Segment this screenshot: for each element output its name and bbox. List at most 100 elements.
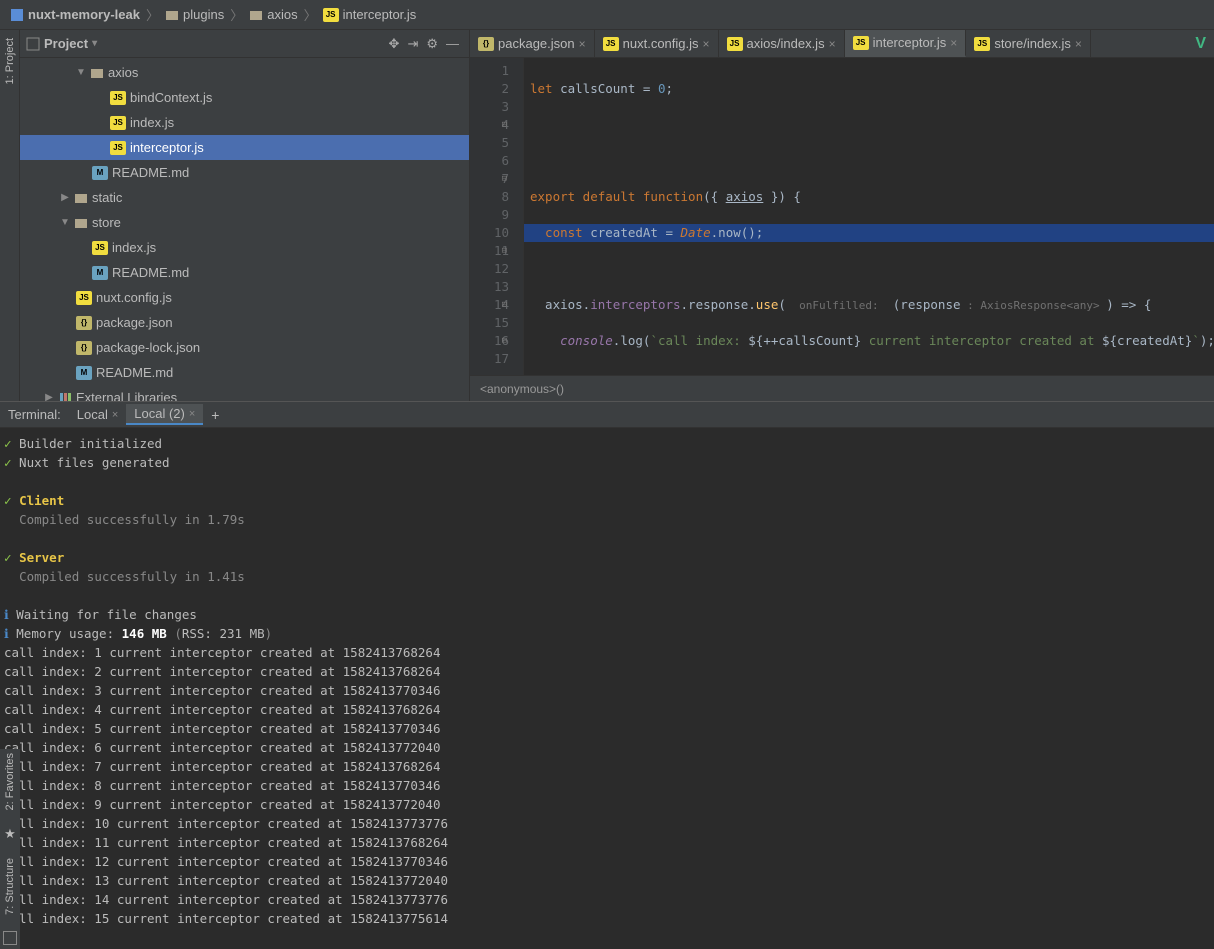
fold-icon[interactable]: ⊟ bbox=[502, 296, 507, 314]
gutter-line[interactable]: 13 bbox=[474, 278, 509, 296]
add-terminal-button[interactable]: + bbox=[203, 407, 227, 423]
project-panel: Project ▾ ✥ ⇥ ⚙ — ▼ axios JSbindContext.js… bbox=[20, 30, 470, 401]
tree-item[interactable]: MREADME.md bbox=[20, 260, 469, 285]
tab-label: axios/index.js bbox=[747, 36, 825, 51]
gutter-line[interactable]: 6 bbox=[474, 152, 509, 170]
chevron-down-icon[interactable]: ▾ bbox=[92, 38, 97, 49]
editor-gutter[interactable]: 1234⊟567⊟891011⊟121314⊟1516⊟17 bbox=[470, 58, 524, 375]
breadcrumb-axios[interactable]: axios bbox=[245, 7, 301, 22]
tree-item[interactable]: {}package-lock.json bbox=[20, 335, 469, 360]
fold-icon[interactable]: ⊟ bbox=[502, 242, 507, 260]
tool-window-icon[interactable] bbox=[3, 931, 17, 945]
json-icon: {} bbox=[478, 37, 494, 51]
editor-tabs: {}package.json× JS nuxt.config.js × JS axios/… bbox=[470, 30, 1214, 58]
tree-item[interactable]: {}package.json bbox=[20, 310, 469, 335]
terminal-tab-local-2[interactable]: Local (2)× bbox=[126, 404, 203, 425]
tree-item-label: nuxt.config.js bbox=[96, 290, 172, 305]
gutter-line[interactable]: 8 bbox=[474, 188, 509, 206]
terminal-output[interactable]: ✓ Builder initialized ✓ Nuxt files gener… bbox=[0, 428, 1214, 949]
gutter-line[interactable]: 15 bbox=[474, 314, 509, 332]
close-icon[interactable]: × bbox=[703, 37, 710, 51]
gutter-line[interactable]: 5 bbox=[474, 134, 509, 152]
fold-icon[interactable]: ⊟ bbox=[502, 116, 507, 134]
tree-item[interactable]: ▶static bbox=[20, 185, 469, 210]
close-icon[interactable]: × bbox=[950, 36, 957, 50]
md-icon: M bbox=[76, 366, 92, 380]
gutter-line[interactable]: 9 bbox=[474, 206, 509, 224]
gutter-line[interactable]: 3 bbox=[474, 98, 509, 116]
editor-tab[interactable]: JS store/index.js × bbox=[966, 30, 1091, 57]
js-icon: JS bbox=[603, 37, 619, 51]
gutter-line[interactable]: 1 bbox=[474, 62, 509, 80]
tree-item[interactable]: JSbindContext.js bbox=[20, 85, 469, 110]
tree-item-label: README.md bbox=[112, 265, 189, 280]
star-icon: ★ bbox=[4, 826, 16, 842]
json-icon: {} bbox=[76, 316, 92, 330]
editor-code[interactable]: let callsCount = 0; export default funct… bbox=[524, 58, 1214, 375]
tree-item[interactable]: JSinterceptor.js bbox=[20, 135, 469, 160]
gutter-line[interactable]: 14⊟ bbox=[474, 296, 509, 314]
chevron-right-icon: 〉 bbox=[304, 5, 317, 24]
tree-item[interactable]: ▼store bbox=[20, 210, 469, 235]
breadcrumb-file[interactable]: JS interceptor.js bbox=[319, 7, 421, 22]
js-icon: JS bbox=[110, 116, 126, 130]
gear-icon[interactable]: ⚙ bbox=[422, 34, 442, 54]
editor-area: {}package.json× JS nuxt.config.js × JS axios/… bbox=[470, 30, 1214, 401]
js-icon: JS bbox=[974, 37, 990, 51]
js-icon: JS bbox=[323, 8, 339, 22]
tree-item[interactable]: JSnuxt.config.js bbox=[20, 285, 469, 310]
editor-tab[interactable]: JSaxios/index.js× bbox=[719, 30, 845, 57]
project-panel-title[interactable]: Project bbox=[44, 36, 88, 51]
tree-item[interactable]: JSindex.js bbox=[20, 110, 469, 135]
favorites-tool-tab[interactable]: 2: Favorites bbox=[4, 749, 16, 814]
json-icon: {} bbox=[76, 341, 92, 355]
tab-label: store/index.js bbox=[994, 36, 1071, 51]
locate-icon[interactable]: ✥ bbox=[385, 34, 404, 54]
gutter-line[interactable]: 12 bbox=[474, 260, 509, 278]
close-icon[interactable]: × bbox=[189, 408, 195, 420]
breadcrumb-plugins[interactable]: plugins bbox=[161, 7, 228, 22]
tree-item-label: axios bbox=[108, 65, 138, 80]
collapse-icon[interactable]: ⇥ bbox=[403, 34, 422, 54]
tree-item[interactable]: M README.md bbox=[20, 360, 469, 385]
editor-tab[interactable]: JSinterceptor.js× bbox=[845, 30, 967, 57]
tab-label: nuxt.config.js bbox=[623, 36, 699, 51]
editor-tab[interactable]: JS nuxt.config.js × bbox=[595, 30, 719, 57]
chevron-down-icon[interactable]: ▼ bbox=[60, 217, 70, 228]
hide-icon[interactable]: — bbox=[442, 34, 463, 53]
tree-item[interactable]: JSindex.js bbox=[20, 235, 469, 260]
terminal-tabs: Terminal: Local× Local (2)× + bbox=[0, 402, 1214, 428]
close-icon[interactable]: × bbox=[112, 409, 118, 421]
structure-tool-tab[interactable]: 7: Structure bbox=[4, 854, 16, 919]
project-tool-tab[interactable]: 1: Project bbox=[4, 34, 16, 88]
gutter-line[interactable]: 17 bbox=[474, 350, 509, 368]
gutter-line[interactable]: 7⊟ bbox=[474, 170, 509, 188]
fold-icon[interactable]: ⊟ bbox=[502, 332, 507, 350]
chevron-right-icon[interactable]: ▶ bbox=[60, 192, 70, 203]
gutter-line[interactable]: 16⊟ bbox=[474, 332, 509, 350]
js-icon: JS bbox=[92, 241, 108, 255]
tree-item[interactable]: ▶ External Libraries bbox=[20, 385, 469, 401]
chevron-right-icon[interactable]: ▶ bbox=[44, 392, 54, 401]
gutter-line[interactable]: 11⊟ bbox=[474, 242, 509, 260]
chevron-right-icon: 〉 bbox=[230, 5, 243, 24]
tree-item-label: External Libraries bbox=[76, 390, 177, 401]
close-icon[interactable]: × bbox=[829, 37, 836, 51]
chevron-right-icon: 〉 bbox=[146, 5, 159, 24]
tree-item[interactable]: ▼ axios bbox=[20, 60, 469, 85]
breadcrumb-root[interactable]: nuxt-memory-leak bbox=[6, 7, 144, 22]
editor-breadcrumb[interactable]: <anonymous>() bbox=[470, 375, 1214, 401]
gutter-line[interactable]: 10 bbox=[474, 224, 509, 242]
chevron-down-icon[interactable]: ▼ bbox=[76, 67, 86, 78]
project-tree[interactable]: ▼axiosJSbindContext.jsJSindex.jsJSinterc… bbox=[20, 58, 469, 401]
gutter-line[interactable]: 4⊟ bbox=[474, 116, 509, 134]
close-icon[interactable]: × bbox=[1075, 37, 1082, 51]
fold-icon[interactable]: ⊟ bbox=[502, 170, 507, 188]
nav-breadcrumb: nuxt-memory-leak 〉 plugins 〉 axios 〉 JS … bbox=[0, 0, 1214, 30]
editor-tab[interactable]: {}package.json× bbox=[470, 30, 595, 57]
gutter-line[interactable]: 2 bbox=[474, 80, 509, 98]
close-icon[interactable]: × bbox=[579, 37, 586, 51]
terminal-tab-local[interactable]: Local× bbox=[69, 405, 127, 424]
tree-item-label: README.md bbox=[96, 365, 173, 380]
tree-item[interactable]: MREADME.md bbox=[20, 160, 469, 185]
